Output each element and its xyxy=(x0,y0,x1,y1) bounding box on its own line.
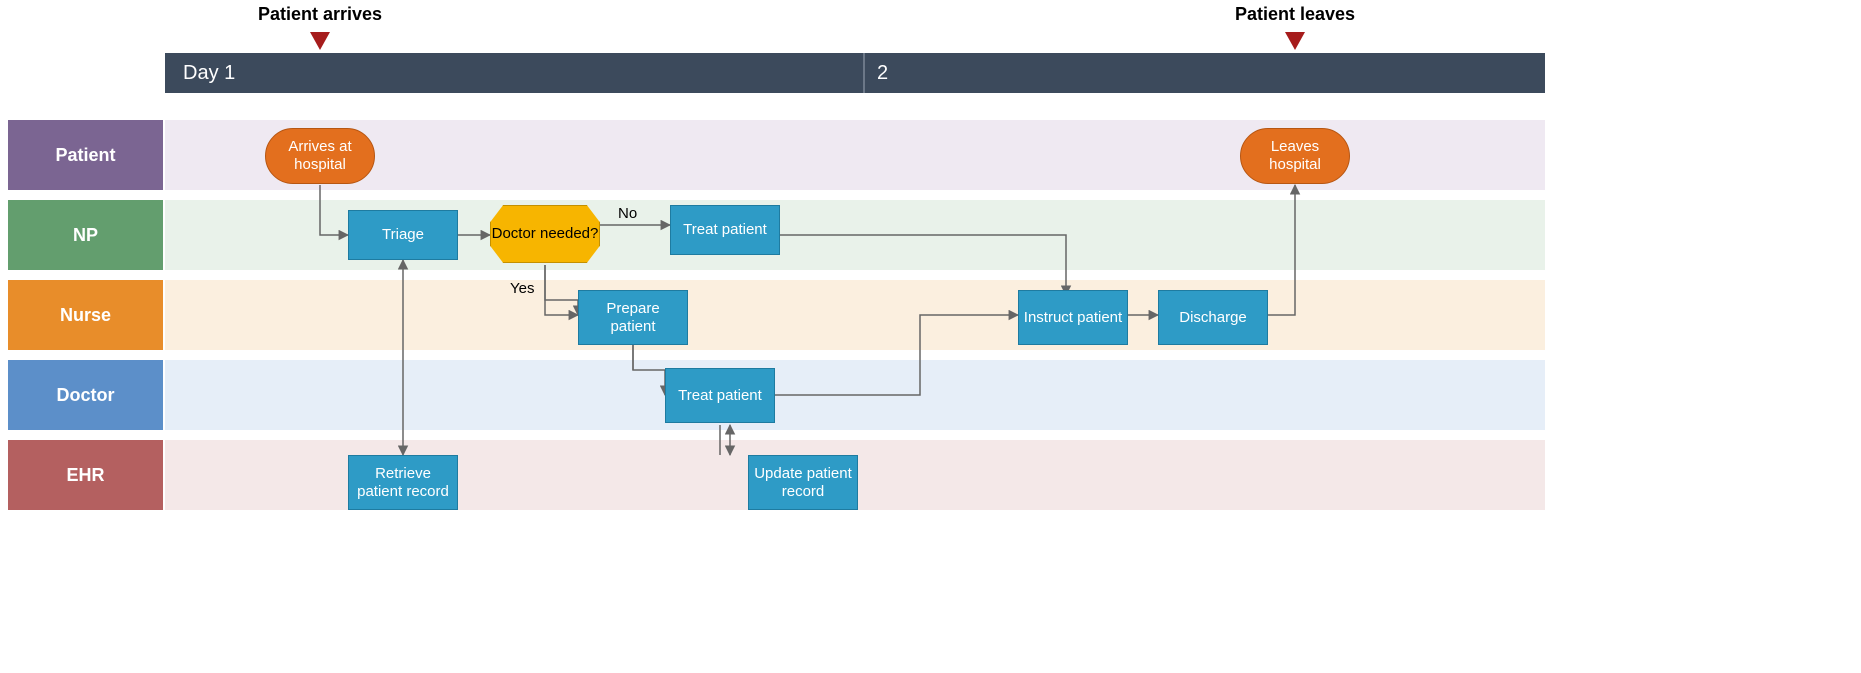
node-decision: Doctor needed? xyxy=(490,205,600,263)
lane-label-patient: Patient xyxy=(8,120,163,190)
lane-label-ehr: EHR xyxy=(8,440,163,510)
milestone-leaves-label: Patient leaves xyxy=(1235,4,1355,25)
node-prepare: Prepare patient xyxy=(578,290,688,345)
lane-label-nurse: Nurse xyxy=(8,280,163,350)
node-arrives: Arrives at hospital xyxy=(265,128,375,184)
edge-label-yes: Yes xyxy=(510,280,534,297)
timeline-bar: Day 1 2 xyxy=(165,53,1545,93)
lane-label-np: NP xyxy=(8,200,163,270)
node-triage: Triage xyxy=(348,210,458,260)
node-np-treat: Treat patient xyxy=(670,205,780,255)
node-leaves: Leaves hospital xyxy=(1240,128,1350,184)
node-update: Update patient record xyxy=(748,455,858,510)
node-retrieve: Retrieve patient record xyxy=(348,455,458,510)
swimlane-diagram: Patient arrives Patient leaves Day 1 2 P… xyxy=(0,0,1861,673)
milestone-arrives-marker xyxy=(310,32,330,50)
lane-bg-nurse xyxy=(165,280,1545,350)
node-discharge: Discharge xyxy=(1158,290,1268,345)
timeline-day1: Day 1 xyxy=(165,53,865,93)
lane-label-doctor: Doctor xyxy=(8,360,163,430)
milestone-arrives-label: Patient arrives xyxy=(258,4,382,25)
node-doctor-treat: Treat patient xyxy=(665,368,775,423)
lane-bg-doctor xyxy=(165,360,1545,430)
milestone-leaves-marker xyxy=(1285,32,1305,50)
edge-label-no: No xyxy=(618,205,637,222)
timeline-day2: 2 xyxy=(865,62,888,85)
node-instruct: Instruct patient xyxy=(1018,290,1128,345)
